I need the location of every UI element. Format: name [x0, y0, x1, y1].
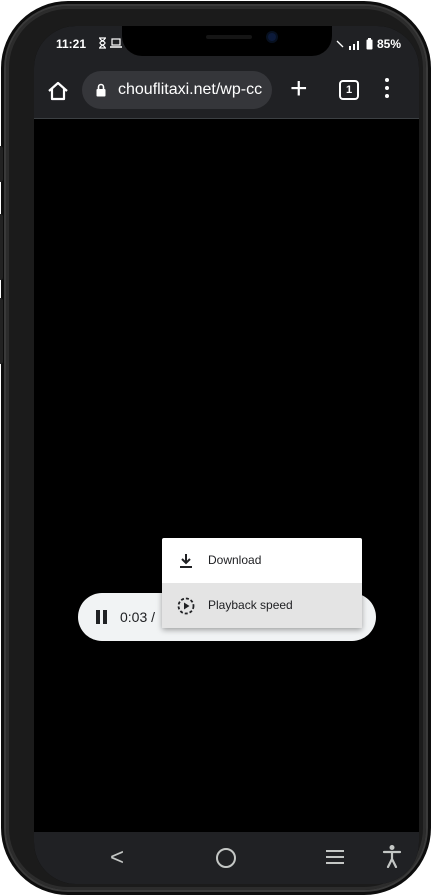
- player-context-menu: Download Playback speed: [162, 538, 362, 628]
- overflow-menu-icon[interactable]: [382, 78, 392, 104]
- browser-toolbar: chouflitaxi.net/wp-cc + 1: [34, 64, 419, 119]
- accessibility-icon[interactable]: [382, 844, 402, 868]
- new-tab-button[interactable]: +: [290, 74, 308, 104]
- status-bar: 11:21 85%: [34, 26, 419, 64]
- tab-switcher-button[interactable]: 1: [339, 80, 359, 100]
- status-notification-icons: [98, 35, 123, 49]
- phone-side-button: [0, 146, 3, 182]
- menu-item-download-label: Download: [208, 553, 262, 567]
- wifi-icon: [336, 40, 344, 48]
- playback-speed-icon: [177, 597, 195, 615]
- home-button[interactable]: [216, 848, 236, 868]
- front-camera: [268, 33, 276, 41]
- lock-icon: [96, 83, 106, 97]
- phone-volume-down-button: [0, 298, 3, 364]
- url-text[interactable]: chouflitaxi.net/wp-cc: [118, 81, 262, 99]
- phone-screen: 11:21 85% chouflitaxi.net/wp-cc + 1 0:03…: [34, 26, 419, 884]
- battery-percent: 85%: [376, 37, 401, 51]
- address-bar[interactable]: chouflitaxi.net/wp-cc: [82, 71, 272, 109]
- download-icon: [180, 554, 192, 568]
- pause-button[interactable]: [96, 610, 108, 624]
- hourglass-icon: [99, 37, 106, 49]
- system-nav-bar: <: [34, 832, 419, 884]
- notch-speaker: [206, 35, 252, 39]
- status-time: 11:21: [56, 37, 87, 51]
- player-time: 0:03 /: [120, 609, 156, 625]
- laptop-icon: [110, 38, 123, 48]
- page-content: 0:03 / Download Playback speed: [34, 119, 419, 829]
- battery-icon: [366, 38, 373, 50]
- home-icon[interactable]: [44, 77, 72, 105]
- menu-item-download[interactable]: Download: [162, 538, 362, 583]
- recents-button[interactable]: [326, 850, 344, 864]
- camera-notch: [122, 26, 332, 56]
- phone-volume-up-button: [0, 214, 3, 280]
- status-right-icons: 85%: [336, 37, 401, 51]
- signal-icon: [348, 40, 359, 50]
- back-button[interactable]: <: [110, 844, 124, 872]
- menu-item-playback-speed[interactable]: Playback speed: [162, 583, 362, 628]
- menu-item-playback-speed-label: Playback speed: [208, 598, 293, 612]
